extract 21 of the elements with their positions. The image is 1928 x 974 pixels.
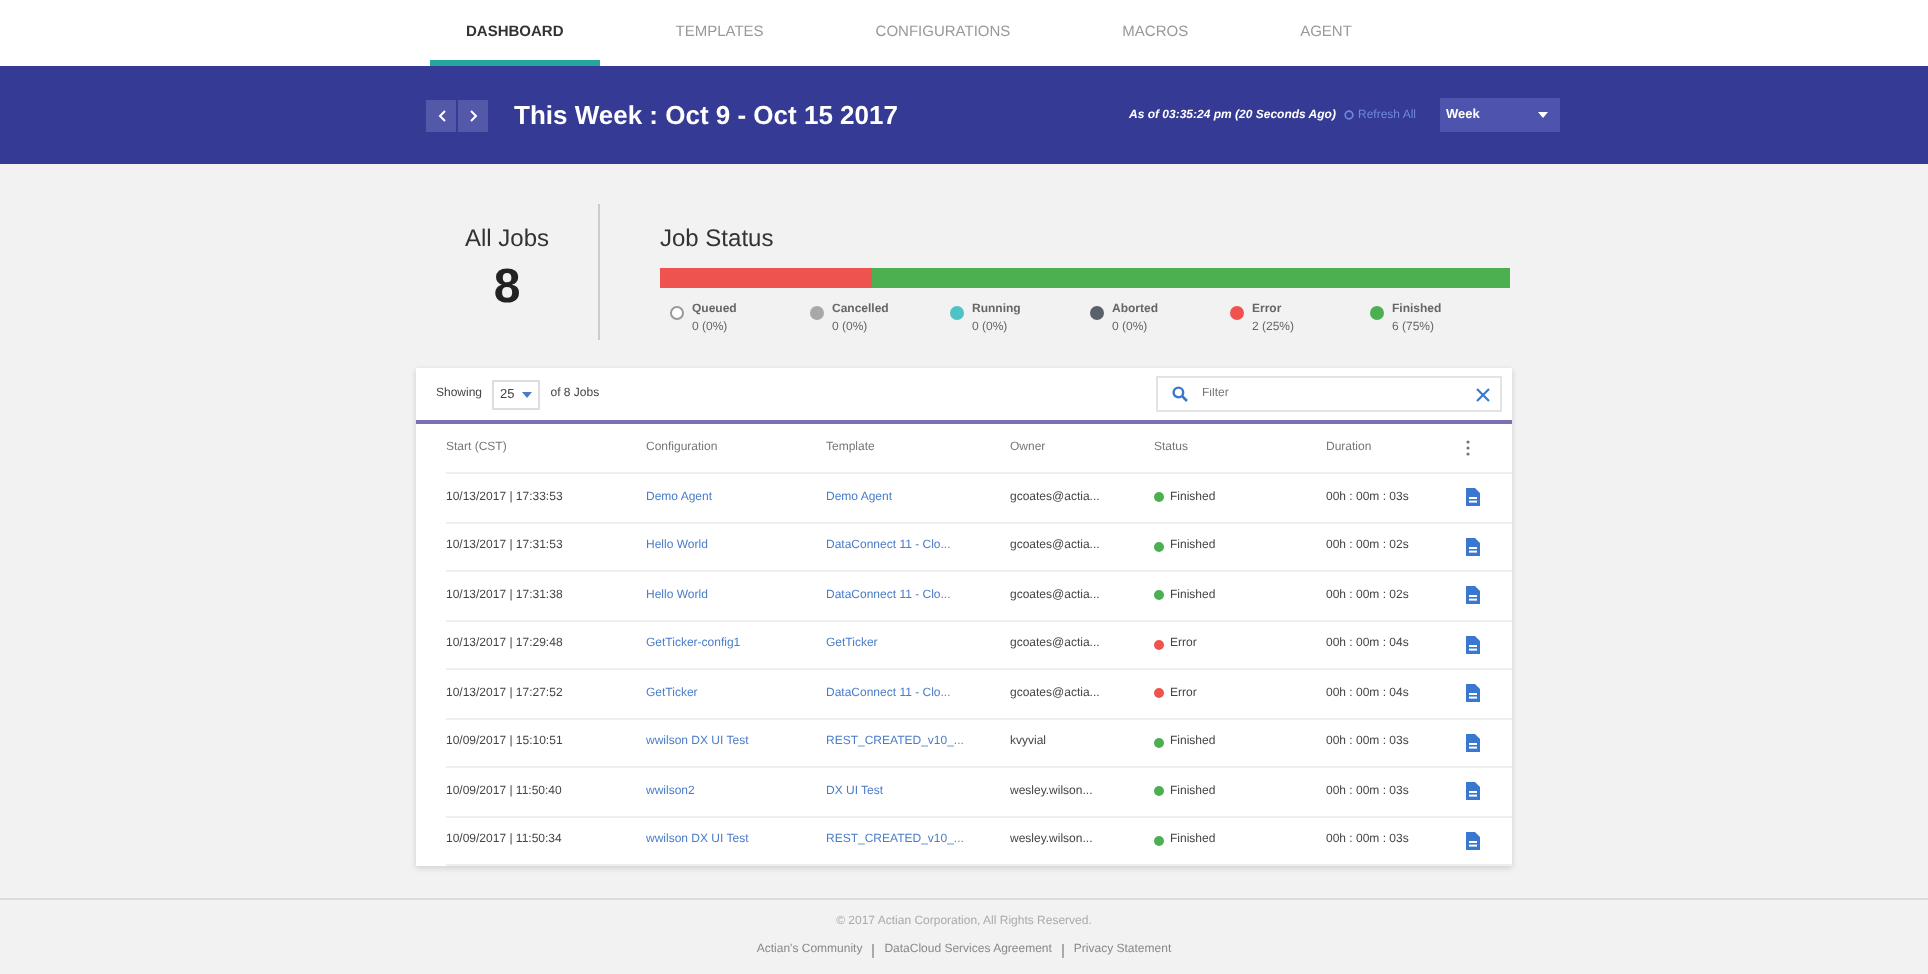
document-icon[interactable]	[1466, 782, 1480, 801]
refresh-icon	[1343, 110, 1354, 120]
week-title: This Week : Oct 9 - Oct 15 2017	[514, 100, 900, 130]
document-icon[interactable]	[1466, 635, 1480, 654]
job-status-title: Job Status	[660, 224, 776, 252]
all-jobs-label: All Jobs	[464, 224, 550, 252]
chevron-right-icon	[469, 109, 477, 121]
document-icon[interactable]	[1466, 488, 1480, 507]
document-icon[interactable]	[1466, 831, 1480, 850]
document-icon[interactable]	[1466, 684, 1480, 703]
document-icon[interactable]	[1466, 586, 1480, 605]
caret-icon	[1538, 112, 1548, 118]
document-icon[interactable]	[1466, 733, 1480, 752]
previous-button[interactable]	[426, 99, 456, 131]
chevron-left-icon	[437, 109, 445, 121]
all-jobs-count: 8	[493, 260, 521, 316]
document-icon[interactable]	[1466, 537, 1480, 556]
caret-icon	[522, 391, 533, 397]
close-icon[interactable]	[1476, 387, 1490, 401]
next-button[interactable]	[458, 99, 488, 131]
search-icon	[1172, 386, 1188, 402]
